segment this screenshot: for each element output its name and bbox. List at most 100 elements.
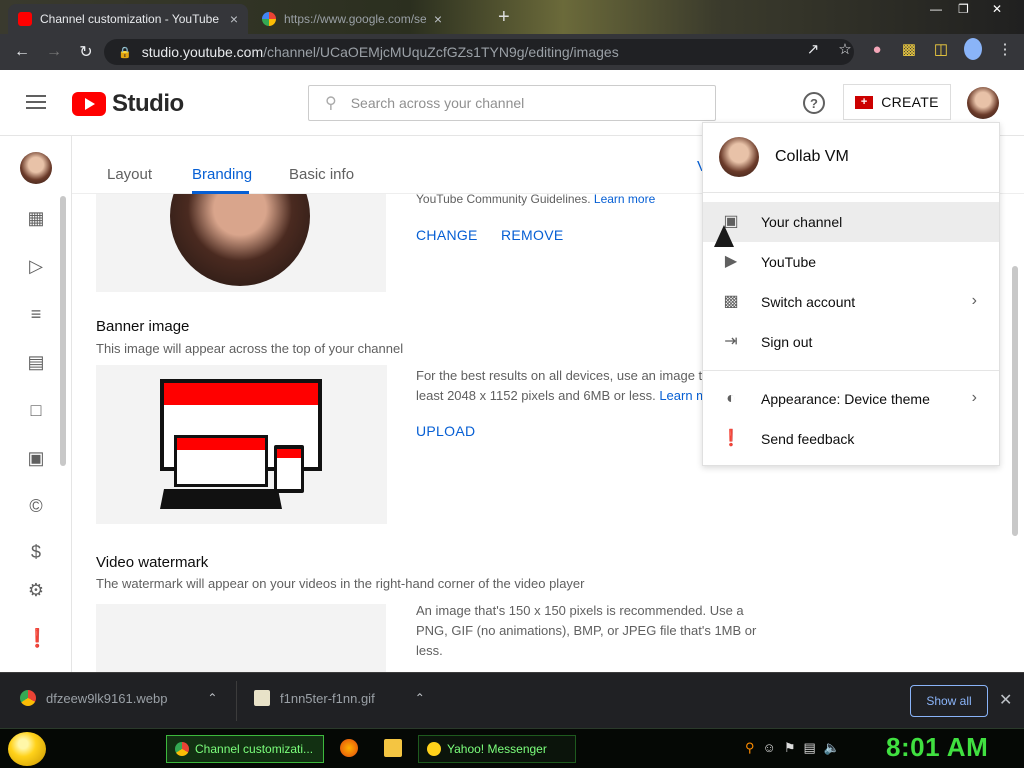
- watermark-info-line2: PNG, GIF (no animations), BMP, or JPEG f…: [416, 623, 757, 638]
- playlists-icon[interactable]: ≡: [26, 304, 46, 324]
- account-name: Collab VM: [775, 148, 849, 165]
- reload-icon[interactable]: ↻: [70, 34, 102, 70]
- folder-icon[interactable]: [384, 739, 402, 757]
- firefox-icon[interactable]: [340, 739, 358, 757]
- search-icon: ⚲: [325, 95, 337, 112]
- taskbar-clock: 8:01 AM: [886, 732, 989, 762]
- minimize-window-icon[interactable]: —: [930, 2, 942, 16]
- menu-item-switch-account[interactable]: ▩ Switch account ›: [703, 282, 999, 322]
- channel-avatar[interactable]: [20, 152, 52, 184]
- learn-more-link[interactable]: Learn more: [594, 192, 655, 206]
- studio-wordmark: Studio: [112, 90, 184, 117]
- url-host: studio.youtube.com: [141, 44, 264, 60]
- close-tab-icon[interactable]: ×: [230, 11, 238, 27]
- browser-menu-icon[interactable]: ⋮: [996, 40, 1014, 58]
- side-panel-icon[interactable]: ◫: [932, 40, 950, 58]
- tab-title: Channel customization - YouTube: [40, 12, 220, 26]
- studio-logo[interactable]: Studio: [72, 90, 184, 118]
- settings-gear-icon[interactable]: ⚙: [26, 580, 46, 600]
- banner-info: For the best results on all devices, use…: [416, 366, 709, 406]
- remove-picture-button[interactable]: REMOVE: [501, 227, 563, 243]
- tab-layout[interactable]: Layout: [107, 166, 152, 183]
- main-scrollbar[interactable]: [1012, 266, 1018, 536]
- chevron-right-icon: ›: [971, 389, 977, 406]
- task-label: Channel customizati...: [195, 742, 314, 756]
- copyright-icon[interactable]: ©: [26, 496, 46, 516]
- taskbar-yahoo-task[interactable]: Yahoo! Messenger: [418, 735, 576, 763]
- forward-arrow-icon[interactable]: →: [38, 34, 70, 70]
- tab-basic-info[interactable]: Basic info: [289, 166, 354, 183]
- banner-learn-more-link[interactable]: Learn m: [659, 388, 707, 403]
- comments-icon[interactable]: □: [26, 400, 46, 420]
- menu-item-send-feedback[interactable]: ❗ Send feedback: [703, 419, 999, 459]
- new-tab-button[interactable]: +: [498, 6, 510, 29]
- close-window-icon[interactable]: ✕: [992, 2, 1002, 16]
- taskbar-chrome-task[interactable]: Channel customizati...: [166, 735, 324, 763]
- send-feedback-icon[interactable]: ❗: [26, 628, 48, 648]
- smiley-tray-icon[interactable]: ☺: [763, 740, 776, 756]
- close-tab-icon[interactable]: ×: [434, 11, 442, 27]
- watermark-info: An image that's 150 x 150 pixels is reco…: [416, 601, 756, 661]
- menu-avatar: [719, 137, 759, 177]
- share-icon[interactable]: ↗: [804, 40, 822, 58]
- youtube-favicon-icon: [18, 12, 32, 26]
- menu-item-label: YouTube: [761, 254, 817, 270]
- earn-dollar-icon[interactable]: $: [26, 542, 46, 562]
- menu-item-appearance[interactable]: ◐ Appearance: Device theme ›: [703, 379, 999, 419]
- flag-extension-icon[interactable]: ●: [868, 41, 886, 58]
- subtitles-icon[interactable]: ▣: [26, 448, 46, 468]
- tab-branding[interactable]: Branding: [192, 166, 252, 183]
- show-all-button[interactable]: Show all: [910, 685, 988, 717]
- profile-icon[interactable]: [964, 38, 982, 60]
- search-input[interactable]: ⚲ Search across your channel: [308, 85, 716, 121]
- address-bar[interactable]: 🔒 studio.youtube.com/channel/UCaOEMjcMUq…: [104, 39, 854, 65]
- bookmark-star-icon[interactable]: ☆: [836, 40, 854, 58]
- left-navigation: ▦ ▷ ≡ ▤ □ ▣ © $ ⚙ ❗: [0, 136, 72, 672]
- profile-picture-image: [170, 186, 310, 286]
- task-label: Yahoo! Messenger: [447, 742, 547, 756]
- create-button[interactable]: + CREATE: [843, 84, 951, 120]
- close-downloads-icon[interactable]: ✕: [999, 690, 1012, 710]
- account-avatar[interactable]: [967, 87, 999, 119]
- change-picture-button[interactable]: CHANGE: [416, 227, 478, 243]
- volume-icon[interactable]: 🔈: [824, 740, 840, 756]
- upload-banner-button[interactable]: UPLOAD: [416, 423, 475, 439]
- flag-tray-icon[interactable]: ⚑: [784, 740, 796, 756]
- nav-scrollbar[interactable]: [60, 196, 66, 466]
- extensions-puzzle-icon[interactable]: ▩: [900, 40, 918, 58]
- chevron-up-icon[interactable]: ⌃: [207, 691, 217, 705]
- url-text: studio.youtube.com/channel/UCaOEMjcMUquZ…: [142, 44, 619, 60]
- download-bar: dfzeew9lk9161.webp ⌃ f1nn5ter-f1nn.gif ⌃…: [0, 672, 1024, 728]
- download-item-webp[interactable]: dfzeew9lk9161.webp ⌃: [20, 690, 217, 706]
- menu-item-youtube[interactable]: ▶ YouTube: [703, 242, 999, 282]
- chrome-icon: [175, 742, 189, 756]
- menu-item-your-channel[interactable]: ▣ Your channel: [703, 202, 999, 242]
- menu-item-label: Appearance: Device theme: [761, 391, 930, 407]
- analytics-icon[interactable]: ▤: [26, 352, 46, 372]
- watermark-title: Video watermark: [96, 554, 209, 571]
- browser-tab-active[interactable]: Channel customization - YouTube ×: [8, 4, 248, 34]
- network-tray-icon[interactable]: ▤: [803, 740, 815, 756]
- banner-title: Banner image: [96, 318, 190, 335]
- start-smiley-icon[interactable]: [8, 732, 46, 766]
- browser-tab-google[interactable]: https://www.google.com/search ×: [252, 4, 452, 34]
- help-icon[interactable]: ?: [803, 92, 825, 114]
- url-path: /channel/UCaOEMjcMUquZcfGZs1TYN9g/editin…: [263, 44, 619, 60]
- search-tray-icon[interactable]: ⚲: [745, 740, 755, 756]
- back-arrow-icon[interactable]: ←: [6, 34, 38, 70]
- content-icon[interactable]: ▷: [26, 256, 46, 276]
- download-item-gif[interactable]: f1nn5ter-f1nn.gif ⌃: [254, 690, 425, 706]
- hamburger-menu-icon[interactable]: [26, 95, 46, 113]
- browser-tab-strip: Channel customization - YouTube × https:…: [0, 0, 1024, 34]
- dashboard-icon[interactable]: ▦: [26, 208, 46, 228]
- taskbar: Channel customizati... Yahoo! Messenger …: [0, 728, 1024, 768]
- menu-item-sign-out[interactable]: ⇥ Sign out: [703, 322, 999, 362]
- switch-account-icon: ▩: [723, 293, 739, 310]
- chevron-up-icon[interactable]: ⌃: [415, 691, 425, 705]
- download-filename: f1nn5ter-f1nn.gif: [280, 690, 375, 706]
- youtube-play-icon: [72, 92, 106, 116]
- feedback-icon: ❗: [721, 430, 741, 447]
- guidelines-text: YouTube Community Guidelines. Learn more: [416, 192, 655, 206]
- restore-window-icon[interactable]: ❐: [958, 2, 969, 16]
- watermark-description: The watermark will appear on your videos…: [96, 576, 585, 591]
